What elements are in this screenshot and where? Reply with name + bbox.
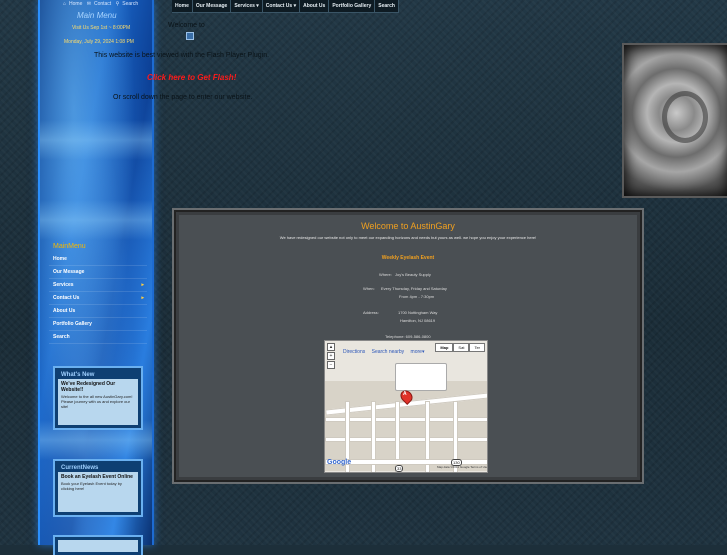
menu-item-our-message[interactable]: Our Message xyxy=(49,266,147,279)
map-type-control: Map Sat Ter xyxy=(435,343,485,352)
nav-home[interactable]: Home xyxy=(172,0,193,12)
when-value: Every Thursday, Friday and Saturday xyxy=(381,286,447,291)
main-menu: MainMenu Home Our Message Services ▸ Cont… xyxy=(49,240,147,344)
nav-about-us[interactable]: About Us xyxy=(300,0,330,12)
utility-home-link[interactable]: Home xyxy=(69,1,82,7)
menu-item-label: Search xyxy=(53,334,70,340)
current-news-header: CurrentNews xyxy=(58,464,138,472)
menu-item-services[interactable]: Services ▸ xyxy=(49,279,147,292)
sidebar-swoosh xyxy=(40,200,152,240)
search-icon[interactable]: ⚲ xyxy=(116,1,120,7)
main-menu-title: MainMenu xyxy=(53,243,86,250)
menu-item-contact-us[interactable]: Contact Us ▸ xyxy=(49,292,147,305)
time-value: From 4pm - 7:30pm xyxy=(399,294,435,299)
where-value: Joy's Beauty Supply xyxy=(395,272,431,277)
additional-box xyxy=(55,537,141,555)
whats-new-header: What's New xyxy=(58,371,138,379)
pan-up-icon[interactable]: ▴ xyxy=(327,343,335,351)
address-label: Address: xyxy=(363,310,379,315)
menu-item-label: Contact Us xyxy=(53,295,80,301)
nav-search[interactable]: Search xyxy=(375,0,399,12)
menu-item-search[interactable]: Search xyxy=(49,331,147,344)
menu-item-label: Home xyxy=(53,256,67,262)
home-icon[interactable]: ⌂ xyxy=(63,1,66,7)
whats-new-body: Welcome to the all new AustinGary.com! P… xyxy=(61,394,133,409)
chevron-right-icon: ▸ xyxy=(141,282,144,288)
route-shield: 33 xyxy=(395,465,404,472)
map-copyright: Map data ©2011 Google Terms of Use xyxy=(437,465,488,469)
date-time: Monday, July 29, 2024 1:08 PM xyxy=(64,39,134,45)
map-zoom-control: ▴ + − xyxy=(327,343,337,369)
google-map[interactable]: ▴ + − Directions Search nearby more▾ Map… xyxy=(324,340,488,473)
flash-welcome: Welcome to xyxy=(168,22,205,29)
contact-icon[interactable]: ✉ xyxy=(87,1,91,7)
content-intro: We have redesigned our website not only … xyxy=(279,235,537,240)
flash-placeholder-icon xyxy=(186,32,194,40)
when-label: When: xyxy=(363,286,375,291)
whats-new-box: What's New We've Redesigned Our Website!… xyxy=(55,368,141,428)
sidebar-swoosh xyxy=(40,120,152,160)
google-logo: Google xyxy=(327,459,352,466)
chevron-right-icon: ▸ xyxy=(141,295,144,301)
whats-new-subtitle: We've Redesigned Our Website!! xyxy=(61,381,116,393)
current-news-body[interactable]: Book your Eyelash Event today by clickin… xyxy=(58,480,138,494)
menu-item-label: About Us xyxy=(53,308,76,314)
current-news-subtitle: Book an Eyelash Event Online xyxy=(61,474,133,480)
map-type-sat[interactable]: Sat xyxy=(453,343,470,352)
nav-services[interactable]: Services ▾ xyxy=(231,0,263,12)
content-heading: Welcome to AustinGary xyxy=(361,221,455,231)
get-flash-link[interactable]: Click here to Get Flash! xyxy=(147,73,236,82)
zoom-in-icon[interactable]: + xyxy=(327,352,335,360)
zoom-out-icon[interactable]: − xyxy=(327,361,335,369)
menu-item-label: Portfolio Gallery xyxy=(53,321,92,327)
scroll-notice: Or scroll down the page to enter our web… xyxy=(113,94,253,101)
map-links: Directions Search nearby more▾ xyxy=(343,349,429,355)
event-title: Weekly Eyelash Event xyxy=(381,255,435,261)
address-line2: Hamilton, NJ 08619 xyxy=(400,318,436,323)
nav-contact-us[interactable]: Contact Us ▾ xyxy=(263,0,301,12)
menu-item-home[interactable]: Home xyxy=(49,253,147,266)
utility-search-link[interactable]: Search xyxy=(122,1,138,7)
utility-links: ⌂ Home ✉ Contact ⚲ Search xyxy=(63,1,141,7)
where-label: Where: xyxy=(379,272,392,277)
top-nav: Home Our Message Services ▾ Contact Us ▾… xyxy=(172,0,399,13)
map-info-bubble xyxy=(395,363,447,391)
address-line1: 1700 Nottingham Way xyxy=(398,310,438,315)
nav-our-message[interactable]: Our Message xyxy=(193,0,232,12)
current-news-box: CurrentNews Book an Eyelash Event Online… xyxy=(55,461,141,515)
visit-notice: Visit Us Sep 1st ~ 8:00PM xyxy=(72,25,131,31)
map-search-nearby-link[interactable]: Search nearby xyxy=(372,349,405,355)
flash-plugin-notice: This website is best viewed with the Fla… xyxy=(94,52,270,59)
utility-contact-link[interactable]: Contact xyxy=(94,1,111,7)
menu-item-label: Services xyxy=(53,282,74,288)
decorative-ring xyxy=(662,91,708,143)
telephone: Telephone: 609-586-0800 xyxy=(385,334,431,339)
map-directions-link[interactable]: Directions xyxy=(343,349,365,355)
map-type-ter[interactable]: Ter xyxy=(469,343,485,352)
sidebar-title: Main Menu xyxy=(77,11,117,20)
menu-item-label: Our Message xyxy=(53,269,85,275)
map-more-link[interactable]: more▾ xyxy=(411,349,425,355)
menu-item-about-us[interactable]: About Us xyxy=(49,305,147,318)
map-marker-label: A xyxy=(403,391,407,397)
menu-item-portfolio-gallery[interactable]: Portfolio Gallery xyxy=(49,318,147,331)
decorative-metal-panel xyxy=(622,43,727,198)
nav-portfolio-gallery[interactable]: Portfolio Gallery xyxy=(329,0,376,12)
map-type-map[interactable]: Map xyxy=(435,343,454,352)
